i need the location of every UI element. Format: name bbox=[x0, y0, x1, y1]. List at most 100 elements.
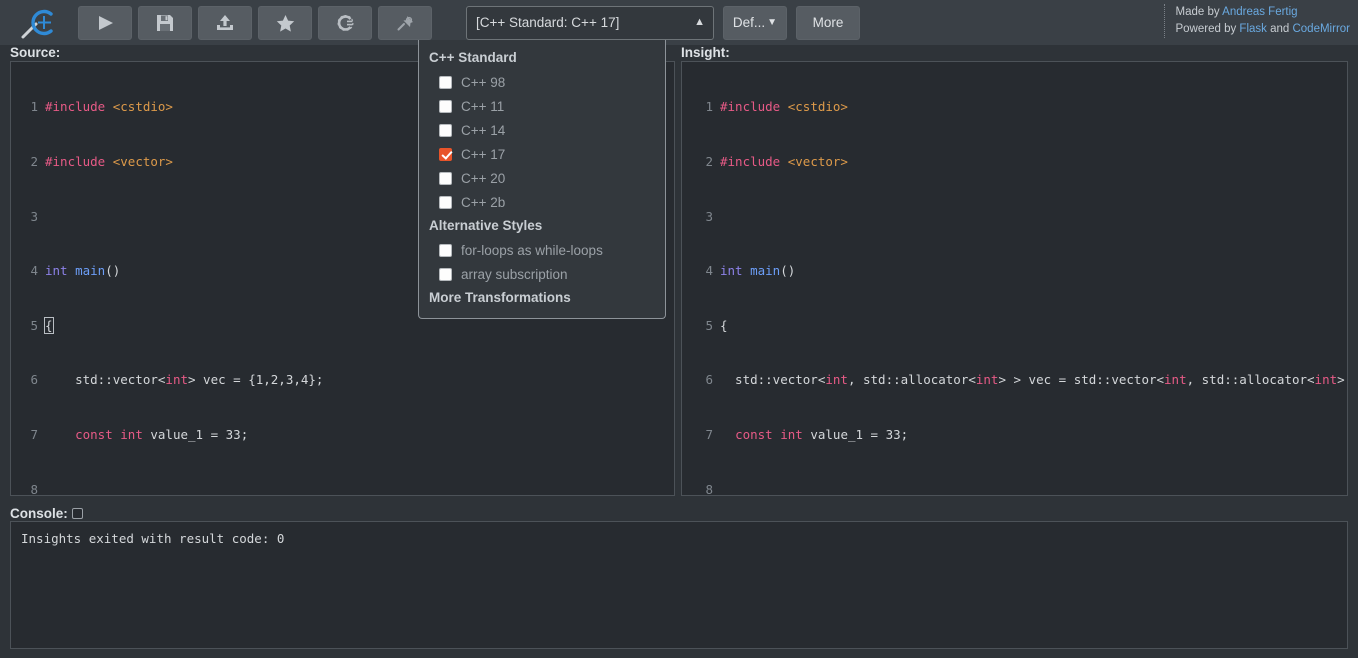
insight-line: 5{ bbox=[682, 317, 1347, 335]
console-label-text: Console: bbox=[10, 506, 68, 521]
checkbox-cpp17[interactable] bbox=[439, 148, 452, 161]
pushpin-icon bbox=[395, 13, 416, 33]
source-line-text: std::vector<int> vec = {1,2,3,4}; bbox=[45, 371, 323, 389]
insight-line: 2#include <vector> bbox=[682, 153, 1347, 171]
source-line-number: 2 bbox=[11, 153, 45, 171]
source-line-number: 1 bbox=[11, 98, 45, 116]
checkbox-cpp14[interactable] bbox=[439, 124, 452, 137]
dropdown-item-for-loops[interactable]: for-loops as while-loops bbox=[419, 238, 665, 262]
chevron-down-icon: ▼ bbox=[767, 17, 777, 28]
source-line-number: 6 bbox=[11, 371, 45, 389]
source-label: Source: bbox=[10, 45, 60, 60]
source-line-text: #include <cstdio> bbox=[45, 98, 173, 116]
dropdown-item-cpp2b[interactable]: C++ 2b bbox=[419, 190, 665, 214]
insight-label: Insight: bbox=[681, 45, 730, 60]
insight-line-number: 8 bbox=[682, 481, 720, 496]
run-button[interactable] bbox=[78, 6, 132, 40]
dropdown-label-cpp98: C++ 98 bbox=[461, 75, 505, 90]
console-checkbox[interactable] bbox=[72, 508, 83, 519]
caret-up-icon: ▲ bbox=[694, 17, 705, 28]
console-output[interactable]: Insights exited with result code: 0 bbox=[10, 521, 1348, 649]
source-line-text: #include <vector> bbox=[45, 153, 173, 171]
dropdown-item-cpp11[interactable]: C++ 11 bbox=[419, 94, 665, 118]
insight-line-text: std::vector<int, std::allocator<int> > v… bbox=[720, 371, 1348, 389]
insight-line-text: #include <cstdio> bbox=[720, 98, 848, 116]
insight-line-number: 3 bbox=[682, 208, 720, 226]
source-line: 7 const int value_1 = 33; bbox=[11, 426, 674, 444]
cppreference-button[interactable] bbox=[318, 6, 372, 40]
save-button[interactable] bbox=[138, 6, 192, 40]
cppreference-icon bbox=[335, 13, 356, 33]
made-by-prefix: Made by bbox=[1175, 6, 1222, 18]
source-line: 6 std::vector<int> vec = {1,2,3,4}; bbox=[11, 371, 674, 389]
credits-made-by: Made by Andreas Fertig bbox=[1175, 4, 1350, 21]
play-icon bbox=[94, 13, 116, 33]
dropdown-label-array-subscription: array subscription bbox=[461, 267, 568, 282]
insight-line-number: 1 bbox=[682, 98, 720, 116]
insight-line: 6 std::vector<int, std::allocator<int> >… bbox=[682, 371, 1347, 389]
cpp-standard-dropdown: C++ Standard C++ 98 C++ 11 C++ 14 C++ 17… bbox=[418, 40, 666, 319]
cpp-standard-select-value: [C++ Standard: C++ 17] bbox=[476, 15, 619, 30]
console-label: Console: bbox=[10, 506, 83, 521]
dropdown-item-cpp14[interactable]: C++ 14 bbox=[419, 118, 665, 142]
credits-powered-by: Powered by Flask and CodeMirror bbox=[1175, 21, 1350, 38]
dropdown-item-cpp20[interactable]: C++ 20 bbox=[419, 166, 665, 190]
insight-code: 1#include <cstdio> 2#include <vector> 3 … bbox=[682, 62, 1347, 496]
checkbox-array-subscription[interactable] bbox=[439, 268, 452, 281]
insight-line-number: 2 bbox=[682, 153, 720, 171]
codemirror-link[interactable]: CodeMirror bbox=[1292, 23, 1350, 35]
cpp-standard-select[interactable]: [C++ Standard: C++ 17] ▲ bbox=[466, 6, 714, 40]
flask-link[interactable]: Flask bbox=[1239, 23, 1266, 35]
floppy-disk-icon bbox=[155, 13, 175, 33]
more-button[interactable]: More bbox=[796, 6, 860, 40]
cpp-insights-logo-icon bbox=[17, 4, 61, 42]
checkbox-cpp98[interactable] bbox=[439, 76, 452, 89]
insight-line: 1#include <cstdio> bbox=[682, 98, 1347, 116]
pin-button[interactable] bbox=[378, 6, 432, 40]
def-button[interactable]: Def... ▼ bbox=[723, 6, 787, 40]
favorite-button[interactable] bbox=[258, 6, 312, 40]
source-line-number: 3 bbox=[11, 208, 45, 226]
dropdown-item-cpp17[interactable]: C++ 17 bbox=[419, 142, 665, 166]
toolbar: [C++ Standard: C++ 17] ▲ Def... ▼ More M… bbox=[0, 0, 1358, 45]
insight-line: 4int main() bbox=[682, 262, 1347, 280]
dropdown-item-cpp98[interactable]: C++ 98 bbox=[419, 70, 665, 94]
source-line-number: 8 bbox=[11, 481, 45, 496]
console-output-text: Insights exited with result code: 0 bbox=[11, 522, 1347, 546]
checkbox-cpp2b[interactable] bbox=[439, 196, 452, 209]
dropdown-label-cpp14: C++ 14 bbox=[461, 123, 505, 138]
credits: Made by Andreas Fertig Powered by Flask … bbox=[1164, 4, 1350, 38]
dropdown-label-for-loops: for-loops as while-loops bbox=[461, 243, 603, 258]
insight-line-text: #include <vector> bbox=[720, 153, 848, 171]
dropdown-header-alternative-styles: Alternative Styles bbox=[419, 214, 665, 238]
insight-line-number: 5 bbox=[682, 317, 720, 335]
author-link[interactable]: Andreas Fertig bbox=[1222, 6, 1297, 18]
source-line: 8 bbox=[11, 481, 674, 496]
checkbox-for-loops[interactable] bbox=[439, 244, 452, 257]
dropdown-header-more-transformations: More Transformations bbox=[419, 286, 665, 310]
insight-line-number: 4 bbox=[682, 262, 720, 280]
insight-line-number: 7 bbox=[682, 426, 720, 444]
upload-button[interactable] bbox=[198, 6, 252, 40]
source-line: 5{ bbox=[11, 317, 674, 335]
powered-by-conjunction: and bbox=[1267, 23, 1293, 35]
dropdown-label-cpp20: C++ 20 bbox=[461, 171, 505, 186]
checkbox-cpp20[interactable] bbox=[439, 172, 452, 185]
source-line-number: 7 bbox=[11, 426, 45, 444]
insight-line: 7 const int value_1 = 33; bbox=[682, 426, 1347, 444]
source-line-text: { bbox=[45, 317, 53, 335]
source-line-number: 5 bbox=[11, 317, 45, 335]
insight-line: 3 bbox=[682, 208, 1347, 226]
checkbox-cpp11[interactable] bbox=[439, 100, 452, 113]
insight-editor[interactable]: 1#include <cstdio> 2#include <vector> 3 … bbox=[681, 61, 1348, 496]
app-logo[interactable] bbox=[0, 0, 78, 45]
insight-line-text: const int value_1 = 33; bbox=[720, 426, 908, 444]
dropdown-label-cpp17: C++ 17 bbox=[461, 147, 505, 162]
def-button-label: Def... bbox=[733, 15, 765, 30]
dropdown-item-array-subscription[interactable]: array subscription bbox=[419, 262, 665, 286]
source-line-text: int main() bbox=[45, 262, 120, 280]
upload-icon bbox=[215, 13, 235, 33]
cpp-insights-app: [C++ Standard: C++ 17] ▲ Def... ▼ More M… bbox=[0, 0, 1358, 658]
insight-line-number: 6 bbox=[682, 371, 720, 389]
source-line-text: const int value_1 = 33; bbox=[45, 426, 248, 444]
